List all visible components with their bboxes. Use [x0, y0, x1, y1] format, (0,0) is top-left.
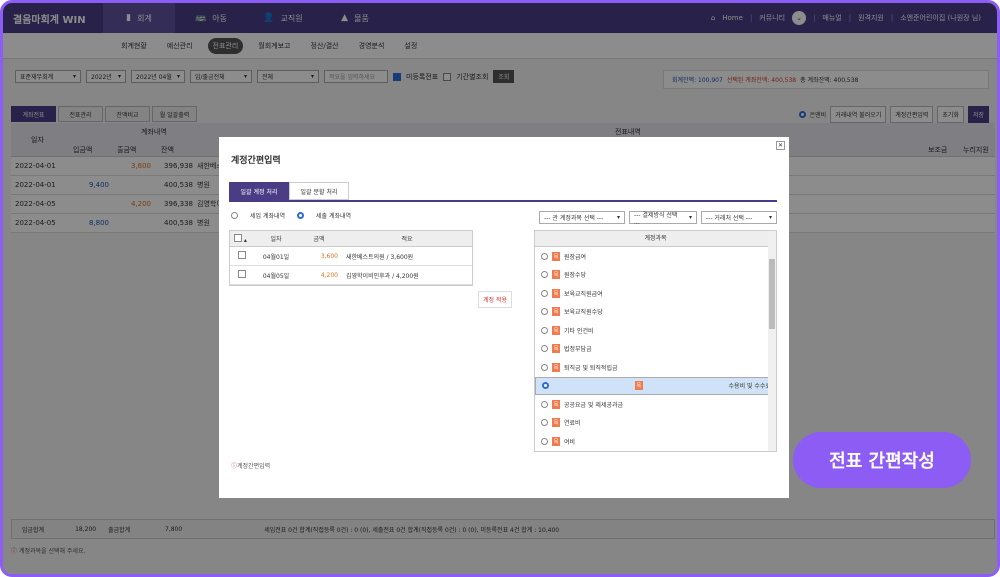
- tab-batch-split[interactable]: 일괄 분할 처리: [289, 182, 349, 200]
- account-radio[interactable]: [542, 382, 549, 390]
- table-row[interactable]: 04월05일 4,200 김영학이비인후과 / 4,200원: [230, 266, 472, 285]
- tag-badge: 목: [634, 381, 643, 391]
- tag-badge: 목: [552, 399, 560, 409]
- account-category-select[interactable]: --- 관 계정과목 선택 --- ▾: [539, 211, 625, 224]
- tag-badge: 목: [552, 270, 560, 280]
- account-label: 기타 인건비: [564, 327, 594, 335]
- list-item[interactable]: 목 연료비: [535, 414, 776, 433]
- tag-badge: 목: [552, 418, 560, 428]
- list-item[interactable]: 목 보육교직원수당: [535, 303, 776, 322]
- tag-badge: 목: [552, 325, 560, 335]
- list-item[interactable]: 목 기타 인건비: [535, 321, 776, 340]
- tag-badge: 목: [552, 307, 560, 317]
- list-item[interactable]: 목 원장수당: [535, 266, 776, 285]
- tab-batch-account[interactable]: 일괄 계정 처리: [229, 182, 289, 200]
- payment-method-select[interactable]: --- 결제방식 선택 ... ▾: [629, 211, 697, 226]
- account-label: 법정부담금: [564, 346, 592, 354]
- transaction-table: ▴ 일자 금액 적요 04월01일 3,600 새한베스트의원 / 3,600원…: [229, 230, 473, 286]
- select-all-checkbox[interactable]: [234, 233, 242, 242]
- account-radio[interactable]: [541, 308, 548, 316]
- modal-hint: ⓘ계정간편입력: [231, 463, 271, 470]
- tag-badge: 목: [552, 344, 560, 354]
- close-icon[interactable]: ✕: [776, 141, 785, 150]
- tag-badge: 목: [552, 251, 560, 261]
- simple-entry-modal: 계정간편입력 ✕ 일괄 계정 처리 일괄 분할 처리 세입 계좌내역 세출 계좌…: [219, 137, 789, 498]
- modal-tabs: 일괄 계정 처리 일괄 분할 처리: [229, 182, 777, 202]
- tag-badge: 목: [552, 436, 560, 446]
- account-label: 원장수당: [564, 272, 587, 280]
- row-checkbox[interactable]: [238, 270, 246, 278]
- account-radio[interactable]: [541, 252, 548, 260]
- account-label: 퇴직금 및 퇴직적립금: [564, 364, 618, 372]
- income-radio[interactable]: [231, 212, 238, 219]
- list-item[interactable]: 목 퇴직금 및 퇴직적립금: [535, 358, 776, 377]
- tag-badge: 목: [552, 362, 560, 372]
- account-radio[interactable]: [541, 400, 548, 408]
- list-item[interactable]: 목 수용비 및 수수료: [535, 376, 776, 395]
- dropdowns: --- 관 계정과목 선택 --- ▾ --- 결제방식 선택 ... ▾ --- …: [539, 211, 777, 226]
- account-label: 연료비: [564, 420, 581, 428]
- app-frame: 결음마회계 WIN ▮ 회계 🚌 아동 👤 교직원 ▲ 물품 ⌂ Home | 커뮤니티…: [0, 0, 1000, 577]
- row-checkbox[interactable]: [238, 251, 246, 259]
- account-label: 보육교직원급여: [564, 290, 603, 298]
- list-item[interactable]: 목 공공요금 및 제세공과금: [535, 395, 776, 414]
- account-label: 원장급여: [564, 253, 587, 261]
- account-radio[interactable]: [541, 419, 548, 427]
- tag-badge: 목: [552, 288, 560, 298]
- account-radio[interactable]: [541, 437, 548, 445]
- direction-radios: 세입 계좌내역 세출 계좌내역: [231, 211, 351, 220]
- chevron-down-icon: ▾: [688, 214, 692, 221]
- list-header: 계정과목: [535, 231, 776, 247]
- account-label: 공공요금 및 제세공과금: [564, 401, 624, 409]
- feature-bubble: 전표 간편작성: [793, 432, 971, 488]
- account-label: 여비: [564, 438, 576, 446]
- scroll-thumb[interactable]: [769, 259, 775, 329]
- list-item[interactable]: 목 원장급여: [535, 247, 776, 266]
- account-label: 수용비 및 수수료: [728, 383, 771, 391]
- vendor-select[interactable]: --- 거래처 선택 --- ▾: [701, 211, 777, 224]
- account-list: 계정과목 목 원장급여 목 원장수당 목 보육교직원급여 목 보육교직원수당 목 기타 인건비 목 법…: [534, 230, 777, 452]
- expense-radio[interactable]: [297, 212, 305, 219]
- account-radio[interactable]: [541, 326, 548, 334]
- chevron-down-icon: ▾: [768, 214, 772, 221]
- account-radio[interactable]: [541, 363, 548, 371]
- list-item[interactable]: 목 보육교직원급여: [535, 284, 776, 303]
- table-header: ▴ 일자 금액 적요: [230, 231, 472, 247]
- account-radio[interactable]: [541, 345, 548, 353]
- apply-account-button[interactable]: 계정 적용: [478, 291, 512, 308]
- account-label: 보육교직원수당: [564, 309, 603, 317]
- account-radio[interactable]: [541, 271, 548, 279]
- chevron-down-icon: ▾: [616, 214, 620, 221]
- account-radio[interactable]: [541, 289, 548, 297]
- list-item[interactable]: 목 법정부담금: [535, 340, 776, 359]
- table-row[interactable]: 04월01일 3,600 새한베스트의원 / 3,600원: [230, 247, 472, 266]
- list-item[interactable]: 목 여비: [535, 432, 776, 451]
- modal-title: 계정간편입력: [231, 156, 281, 166]
- scrollbar[interactable]: [768, 231, 776, 451]
